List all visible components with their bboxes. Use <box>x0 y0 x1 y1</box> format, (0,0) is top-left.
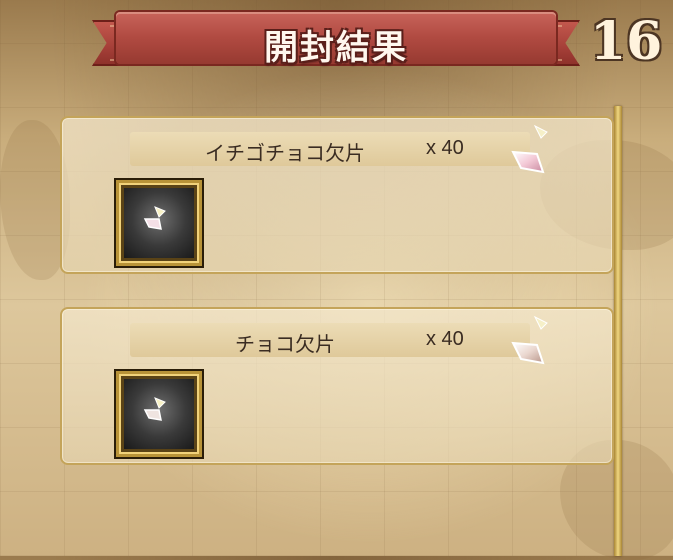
item-name-bar: イチゴチョコ欠片 x 40 <box>130 132 530 166</box>
item-name: イチゴチョコ欠片 <box>205 141 365 165</box>
page-title: 開封結果 <box>264 28 408 68</box>
scrollbar[interactable] <box>614 106 622 556</box>
strawberry-chocolate-fragment-gem-icon <box>511 124 548 174</box>
item-quantity: x 40 <box>426 137 464 159</box>
result-card[interactable]: イチゴチョコ欠片 x 40 <box>60 116 614 274</box>
result-count: 16 <box>590 11 663 72</box>
banner-plate: 開封結果 <box>116 12 556 68</box>
item-name: チョコ欠片 <box>235 332 335 356</box>
gem-fragment-icon <box>143 397 166 421</box>
map-background <box>0 0 673 556</box>
results-header-banner: 開封結果 <box>92 12 580 70</box>
item-quantity: x 40 <box>426 328 464 350</box>
chocolate-fragment-gem-icon <box>511 315 548 365</box>
item-thumbnail[interactable] <box>116 371 202 457</box>
result-card[interactable]: チョコ欠片 x 40 <box>60 307 614 465</box>
item-thumbnail[interactable] <box>116 180 202 266</box>
gem-fragment-icon <box>143 206 166 230</box>
item-name-bar: チョコ欠片 x 40 <box>130 323 530 357</box>
